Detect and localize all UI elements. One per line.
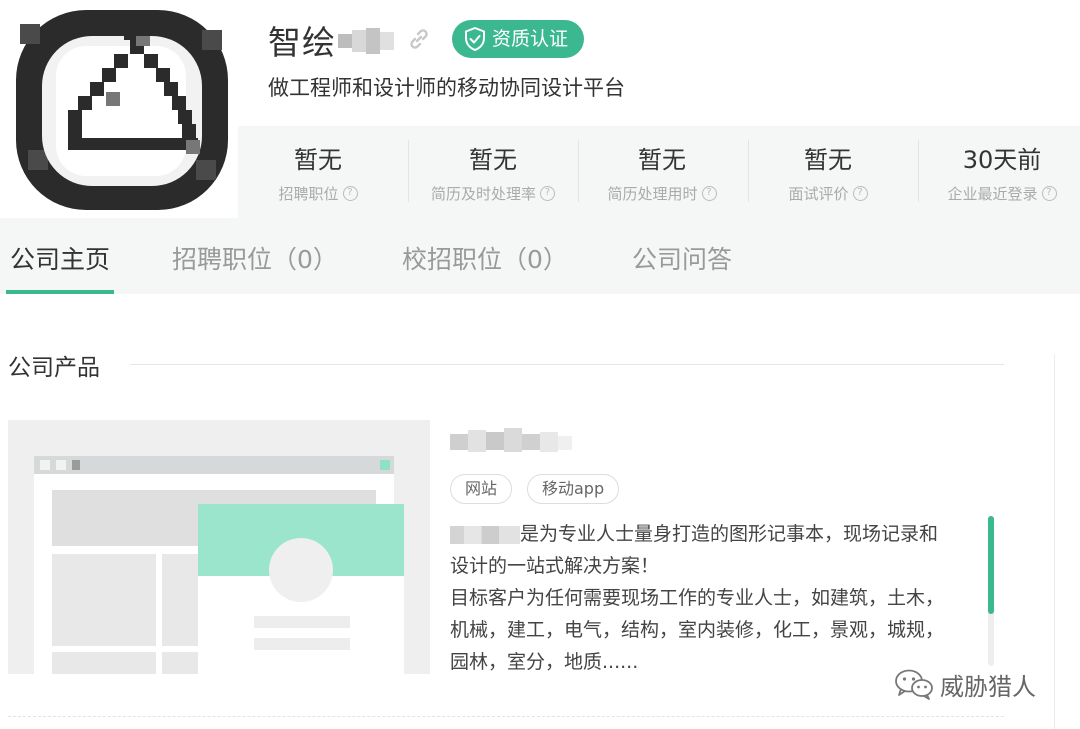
stat-label: 简历及时处理率 xyxy=(430,185,536,203)
product-tag-mobile-app[interactable]: 移动app xyxy=(527,474,620,504)
tab-job-positions[interactable]: 招聘职位（0） xyxy=(172,240,338,276)
help-icon[interactable]: ? xyxy=(701,186,717,201)
desc-line: 设计的一站式解决方案！ xyxy=(450,555,660,577)
stat-label: 面试评价 xyxy=(788,185,849,203)
desc-text: 是为专业人士量身打造的图形记事本，现场记录和 xyxy=(520,523,939,545)
product-name-redacted xyxy=(450,525,520,544)
wechat-watermark: 威胁猎人 xyxy=(894,664,1036,704)
product-tag-website[interactable]: 网站 xyxy=(450,474,513,504)
stat-value: 30天前 xyxy=(962,146,1042,174)
help-icon[interactable]: ? xyxy=(852,186,868,201)
stat-value: 暂无 xyxy=(294,146,342,174)
stat-resume-response-rate: 暂无 简历及时处理率? xyxy=(422,140,564,204)
section-bottom-divider xyxy=(8,716,1004,717)
stat-value: 暂无 xyxy=(804,146,852,174)
company-slogan: 做工程师和设计师的移动协同设计平台 xyxy=(268,76,625,100)
help-icon[interactable]: ? xyxy=(342,186,358,201)
stat-value: 暂无 xyxy=(638,146,686,174)
tab-campus-positions[interactable]: 校招职位（0） xyxy=(402,240,568,276)
company-tabs: 公司主页 招聘职位（0） 校招职位（0） 公司问答 xyxy=(0,218,1080,294)
desc-line: 目标客户为任何需要现场工作的专业人士，如建筑，土木， xyxy=(450,587,945,609)
stat-resume-process-time: 暂无 简历处理用时? xyxy=(600,140,724,204)
stat-divider xyxy=(748,140,749,202)
stat-label: 企业最近登录 xyxy=(947,185,1038,203)
product-name-redacted xyxy=(450,428,576,454)
tab-company-qa[interactable]: 公司问答 xyxy=(632,240,732,276)
stat-last-login: 30天前 企业最近登录? xyxy=(940,140,1064,204)
tab-company-home[interactable]: 公司主页 xyxy=(10,240,110,276)
wechat-icon xyxy=(895,669,933,700)
company-logo xyxy=(6,0,238,218)
watermark-text: 威胁猎人 xyxy=(940,672,1036,701)
product-image[interactable] xyxy=(8,420,430,674)
product-description: 是为专业人士量身打造的图形记事本，现场记录和 设计的一站式解决方案！ 目标客户为… xyxy=(450,518,980,678)
desc-line: 机械，建工，电气，结构，室内装修，化工，景观，城规， xyxy=(450,619,945,641)
stat-label: 简历处理用时 xyxy=(607,185,698,203)
company-name: 智绘 xyxy=(268,23,336,62)
company-name-redacted xyxy=(338,26,400,56)
stats-bar: 暂无 招聘职位? 暂无 简历及时处理率? 暂无 简历处理用时? 暂无 面试评价?… xyxy=(238,126,1080,218)
panel-divider xyxy=(1054,354,1055,729)
stat-divider xyxy=(408,140,409,202)
stat-label: 招聘职位 xyxy=(278,185,339,203)
stat-divider xyxy=(918,140,919,202)
section-divider xyxy=(130,364,1004,365)
certification-badge[interactable]: 资质认证 xyxy=(452,20,585,58)
help-icon[interactable]: ? xyxy=(540,186,555,201)
stat-job-count: 暂无 招聘职位? xyxy=(274,140,362,204)
cert-label: 资质认证 xyxy=(492,28,569,50)
description-scrollbar-thumb[interactable] xyxy=(988,516,994,614)
active-tab-indicator xyxy=(6,290,114,294)
shield-check-icon xyxy=(465,27,485,51)
stat-value: 暂无 xyxy=(469,146,517,174)
link-icon[interactable] xyxy=(406,26,432,52)
section-title: 公司产品 xyxy=(8,355,100,381)
stat-interview-rating: 暂无 面试评价? xyxy=(784,140,872,204)
stat-divider xyxy=(578,140,579,202)
desc-line: 是为专业人士量身打造的图形记事本，现场记录和 xyxy=(450,518,980,550)
help-icon[interactable]: ? xyxy=(1041,186,1057,201)
